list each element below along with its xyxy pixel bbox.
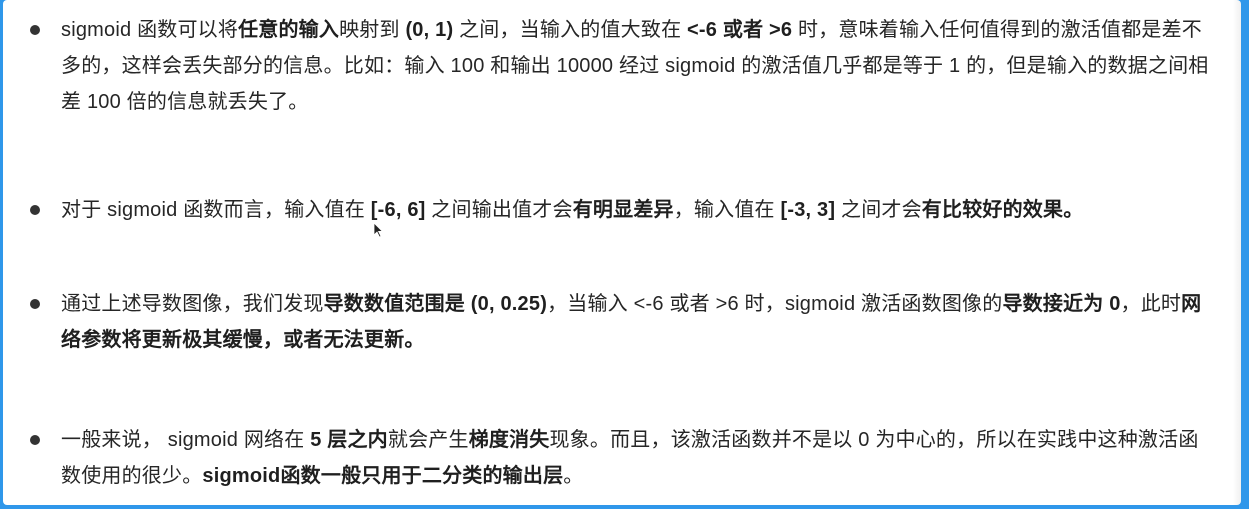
segment: 就会产生	[387, 429, 469, 451]
bullet-item: 通过上述导数图像，我们发现导数数值范围是 (0, 0.25)，当输入 <-6 或…	[30, 286, 1211, 358]
bullet-text-1: 对于 sigmoid 函数而言，输入值在 [-6, 6] 之间输出值才会有明显差…	[61, 199, 1083, 221]
segment: 一般来说， sigmoid 网络在	[61, 429, 311, 451]
segment: 。	[563, 465, 584, 487]
segment-bold: <-6 或者 >6	[687, 19, 793, 41]
mouse-cursor-icon	[373, 222, 384, 238]
segment: 之间才会	[835, 199, 922, 221]
segment-bold: 导数数值范围是 (0, 0.25)	[323, 293, 548, 315]
bullet-item: sigmoid 函数可以将任意的输入映射到 (0, 1) 之间，当输入的值大致在…	[30, 12, 1211, 120]
bullet-dot-icon	[30, 299, 40, 309]
page-edge-shadow	[1233, 0, 1241, 505]
segment: ，输入值在	[673, 199, 781, 221]
segment-bold: 任意的输入	[238, 19, 340, 41]
bullet-dot-icon	[30, 435, 40, 445]
segment-bold: sigmoid函数一般只用于二分类的输出层	[202, 465, 564, 487]
bullet-dot-icon	[30, 205, 40, 215]
bullet-text-0: sigmoid 函数可以将任意的输入映射到 (0, 1) 之间，当输入的值大致在…	[61, 19, 1208, 113]
segment: 之间输出值才会	[425, 199, 573, 221]
segment: ，此时	[1120, 293, 1182, 315]
segment-bold: 5 层之内	[310, 429, 388, 451]
segment-bold: 有明显差异	[572, 199, 674, 221]
segment-bold: [-6, 6]	[370, 199, 426, 221]
segment: 映射到	[339, 19, 406, 41]
bullet-item: 对于 sigmoid 函数而言，输入值在 [-6, 6] 之间输出值才会有明显差…	[30, 192, 1211, 228]
segment-bold: 有比较好的效果。	[921, 199, 1084, 221]
segment-bold: (0, 1)	[405, 19, 454, 41]
bullet-text-2: 通过上述导数图像，我们发现导数数值范围是 (0, 0.25)，当输入 <-6 或…	[61, 293, 1201, 351]
segment-bold: [-3, 3]	[780, 199, 836, 221]
bullet-dot-icon	[30, 25, 40, 35]
document-page: sigmoid 函数可以将任意的输入映射到 (0, 1) 之间，当输入的值大致在…	[3, 0, 1241, 505]
bullet-text-3: 一般来说， sigmoid 网络在 5 层之内就会产生梯度消失现象。而且，该激活…	[61, 429, 1199, 487]
segment: sigmoid 函数可以将	[61, 19, 239, 41]
segment-bold: 梯度消失	[468, 429, 550, 451]
segment: 之间，当输入的值大致在	[453, 19, 688, 41]
segment: 通过上述导数图像，我们发现	[61, 293, 324, 315]
segment: ，当输入 <-6 或者 >6 时，sigmoid 激活函数图像的	[547, 293, 1003, 315]
bullet-item: 一般来说， sigmoid 网络在 5 层之内就会产生梯度消失现象。而且，该激活…	[30, 422, 1211, 494]
segment: 对于 sigmoid 函数而言，输入值在	[61, 199, 371, 221]
segment-bold: 导数接近为 0	[1002, 293, 1121, 315]
